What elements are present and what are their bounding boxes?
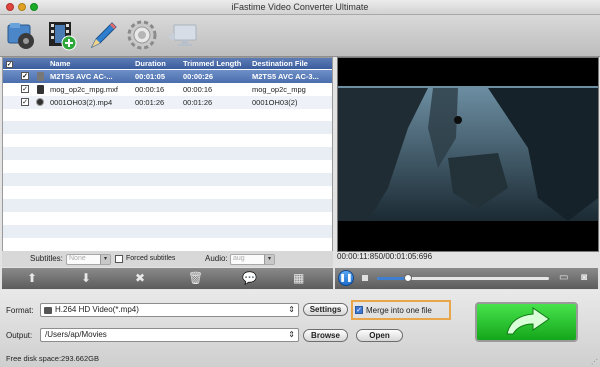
file-list-header: ✓ Name Duration Trimmed Length Destinati… (3, 58, 332, 69)
row-checkbox[interactable]: ✓ (21, 85, 29, 93)
output-label: Output: (6, 331, 33, 340)
hd-format-icon (44, 307, 52, 314)
display-button[interactable] (166, 19, 198, 51)
audio-value: aug (233, 255, 245, 262)
file-row[interactable]: ✓ 0001OH03(2).mp4 00:01:26 00:01:26 0001… (3, 96, 332, 109)
file-duration: 00:01:26 (135, 98, 165, 107)
app-window: iFastime Video Converter Ultimate ✓ Name… (0, 0, 600, 367)
chevron-down-icon: ▾ (264, 255, 274, 264)
file-row[interactable]: ✓ mog_op2c_mpg.mxf 00:00:16 00:00:16 mog… (3, 83, 332, 96)
preview-frame (338, 86, 598, 221)
audio-select[interactable]: aug ▾ (230, 254, 275, 265)
stop-button[interactable] (362, 275, 368, 281)
remove-icon[interactable]: ✖ (135, 272, 145, 284)
free-disk-space: Free disk space:293.662GB (6, 354, 99, 363)
file-duration: 00:01:05 (135, 72, 166, 81)
file-trimmed: 00:00:16 (183, 85, 213, 94)
seek-thumb[interactable] (403, 274, 412, 282)
add-video-button[interactable] (6, 19, 38, 51)
subtitle-bar: Subtitles: None ▾ Forced subtitles Audio… (2, 251, 333, 267)
chevron-down-icon: ▾ (100, 255, 110, 264)
audio-label: Audio: (205, 254, 228, 263)
settings-icon (127, 20, 157, 50)
move-up-icon[interactable]: ⬆ (27, 272, 37, 284)
file-name: mog_op2c_mpg.mxf (50, 85, 118, 94)
row-checkbox[interactable]: ✓ (21, 98, 29, 106)
display-icon (168, 24, 197, 46)
updown-chevron-icon: ⇕ (288, 330, 295, 339)
file-list-empty-rows (3, 108, 332, 251)
file-trimmed: 00:00:26 (183, 72, 214, 81)
file-duration: 00:00:16 (135, 85, 165, 94)
file-row[interactable]: ✓ M2TS5 AVC AC-... 00:01:05 00:00:26 M2T… (3, 70, 332, 83)
column-header-name[interactable]: Name (50, 59, 70, 68)
settings-button[interactable] (126, 19, 158, 51)
settings-button[interactable]: Settings (303, 303, 348, 316)
updown-chevron-icon: ⇕ (288, 305, 295, 314)
open-button[interactable]: Open (356, 329, 403, 342)
output-path-value: /Users/ap/Movies (45, 330, 107, 339)
file-name: M2TS5 AVC AC-... (50, 72, 113, 81)
video-file-icon (37, 72, 44, 81)
snapshot-icon[interactable]: ◙ (581, 272, 587, 284)
row-checkbox[interactable]: ✓ (21, 72, 29, 80)
playback-bar: ❚❚ ▭ ◙ (335, 268, 598, 289)
file-destination: mog_op2c_mpg (252, 85, 306, 94)
add-video-icon (7, 23, 34, 49)
edit-button[interactable] (86, 19, 118, 51)
pause-button[interactable]: ❚❚ (338, 270, 354, 286)
list-toolbar: ⬆ ⬇ ✖ 🗑 💬 ▦ (2, 268, 333, 289)
add-folder-icon (49, 22, 77, 51)
subtitles-value: None (69, 255, 86, 262)
column-header-destination[interactable]: Destination File (252, 59, 308, 68)
select-all-checkbox[interactable]: ✓ (6, 59, 13, 68)
file-trimmed: 00:01:26 (183, 98, 213, 107)
format-select[interactable]: H.264 HD Video(*.mp4) ⇕ (40, 303, 299, 317)
add-folder-button[interactable] (46, 19, 78, 51)
seek-slider[interactable] (377, 274, 549, 282)
main-toolbar (0, 15, 600, 57)
column-header-duration[interactable]: Duration (135, 59, 166, 68)
convert-arrow-icon (506, 307, 550, 335)
browse-button[interactable]: Browse (303, 329, 348, 342)
file-list: ✓ Name Duration Trimmed Length Destinati… (2, 57, 333, 252)
format-label: Format: (6, 306, 34, 315)
merge-label: Merge into one file (366, 306, 432, 315)
window-title: iFastime Video Converter Ultimate (231, 2, 369, 12)
file-destination: 0001OH03(2) (252, 98, 298, 107)
forced-subtitles-checkbox[interactable] (115, 255, 123, 263)
output-path-field[interactable]: /Users/ap/Movies ⇕ (40, 328, 299, 342)
folder-icon[interactable]: ▭ (559, 272, 568, 284)
file-name: 0001OH03(2).mp4 (50, 98, 113, 107)
subtitles-select[interactable]: None ▾ (66, 254, 111, 265)
convert-button[interactable] (475, 302, 578, 342)
merge-files-icon[interactable]: ▦ (293, 272, 304, 284)
title-bar: iFastime Video Converter Ultimate (0, 0, 600, 15)
column-header-trimmed-length[interactable]: Trimmed Length (183, 59, 241, 68)
video-file-icon (37, 85, 44, 94)
subtitles-label: Subtitles: (30, 254, 63, 263)
video-preview[interactable] (337, 57, 599, 252)
merge-checkbox[interactable]: ✓ (355, 306, 363, 314)
forced-subtitles-label: Forced subtitles (126, 255, 176, 262)
move-down-icon[interactable]: ⬇ (81, 272, 91, 284)
comment-icon[interactable]: 💬 (242, 272, 257, 284)
file-destination: M2TS5 AVC AC-3... (252, 72, 319, 81)
format-value: H.264 HD Video(*.mp4) (55, 305, 139, 314)
disc-file-icon (36, 98, 44, 106)
trash-icon[interactable]: 🗑 (188, 272, 203, 284)
edit-icon (90, 22, 117, 49)
resize-grip-icon[interactable]: ⋰ (591, 358, 598, 366)
playback-time: 00:00:11:850/00:01:05:696 (337, 252, 433, 261)
